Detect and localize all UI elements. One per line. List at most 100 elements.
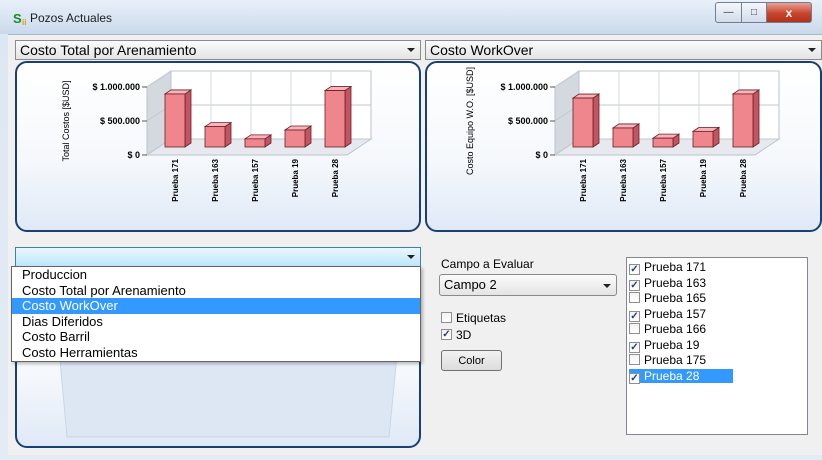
- series-list-item[interactable]: Prueba 175: [629, 353, 706, 367]
- series-checkbox[interactable]: [629, 323, 640, 334]
- series-label: Prueba 165: [644, 291, 707, 305]
- series-checkbox[interactable]: ✓: [629, 279, 640, 291]
- checkmark-icon: ✓: [630, 264, 639, 275]
- maximize-button[interactable]: □: [742, 2, 767, 23]
- series-list-item[interactable]: ✓ Prueba 157: [629, 306, 707, 322]
- close-button[interactable]: x: [767, 2, 812, 23]
- checkmark-icon: ✓: [630, 372, 639, 384]
- bar-front: [692, 130, 714, 148]
- bar-front: [652, 137, 674, 148]
- bar-side: [184, 89, 192, 148]
- chart3-metric-select[interactable]: [15, 247, 421, 267]
- campo-label: Campo a Evaluar: [441, 257, 534, 271]
- x-tick-label: Prueba 171: [171, 158, 180, 201]
- series-list-item[interactable]: Prueba 166: [629, 322, 706, 336]
- y-tick-label: $ 1.000.000: [500, 82, 548, 92]
- checkmark-icon: ✓: [442, 329, 451, 340]
- bar-front: [612, 127, 634, 148]
- chevron-down-icon: [603, 284, 611, 288]
- bar: [731, 89, 761, 148]
- dropdown-option[interactable]: Dias Diferidos: [12, 314, 420, 330]
- chart1-metric-value: Costo Total por Arenamiento: [20, 42, 197, 58]
- bar-front: [572, 97, 594, 148]
- dropdown-option[interactable]: Costo Barril: [12, 329, 420, 345]
- x-tick-label: Prueba 163: [619, 158, 628, 201]
- series-label: Prueba 175: [644, 353, 707, 367]
- chevron-down-icon: [407, 255, 415, 259]
- y-tick-label: $ 0: [535, 150, 548, 160]
- chart2-panel: $ 0 $ 500.000 $ 1.000.000 Costo Equipo W.O.…: [425, 61, 822, 232]
- bar-front: [732, 93, 754, 148]
- y-axis-label: Total Costos [$USD]: [61, 80, 71, 161]
- series-checkbox[interactable]: [629, 354, 640, 365]
- chevron-down-icon: [407, 48, 415, 52]
- checkmark-icon: ✓: [630, 279, 639, 291]
- bar: [691, 126, 721, 148]
- series-label: Prueba 166: [644, 322, 707, 336]
- etiquetas-checkbox[interactable]: [441, 312, 452, 323]
- window-title: Pozos Actuales: [30, 11, 113, 25]
- y-tick-label: $ 500.000: [100, 116, 140, 126]
- maximize-icon: □: [750, 7, 758, 18]
- chart2-metric-value: Costo WorkOver: [430, 42, 534, 58]
- x-tick-label: Prueba 19: [699, 158, 708, 197]
- chevron-down-icon: [808, 48, 816, 52]
- bar: [323, 85, 353, 148]
- series-list-item[interactable]: ✓ Prueba 28: [629, 368, 734, 384]
- y-tick-label: $ 0: [127, 150, 140, 160]
- color-button[interactable]: Color: [441, 350, 502, 371]
- campo-value: Campo 2: [444, 277, 497, 292]
- chart2-metric-select[interactable]: Costo WorkOver: [425, 40, 822, 60]
- series-list-item[interactable]: ✓ Prueba 163: [629, 275, 707, 291]
- checkmark-icon: ✓: [630, 341, 639, 353]
- close-icon: x: [785, 5, 793, 20]
- dropdown-option[interactable]: Costo Herramientas: [12, 345, 420, 361]
- bar: [611, 123, 641, 148]
- series-label: Prueba 28: [644, 368, 700, 383]
- app-icon: Sii: [13, 11, 27, 27]
- bar-side: [752, 89, 760, 148]
- bar-front: [244, 138, 266, 148]
- bar-side: [344, 85, 352, 148]
- series-checkbox[interactable]: ✓: [629, 372, 640, 384]
- view-3d-label: 3D: [456, 328, 472, 342]
- dropdown-option[interactable]: Costo WorkOver: [12, 298, 420, 314]
- chart1-plot: $ 0 $ 500.000 $ 1.000.000 Total Costos [$US…: [61, 70, 373, 202]
- y-tick-label: $ 500.000: [508, 116, 548, 126]
- series-list-item[interactable]: ✓ Prueba 171: [629, 260, 707, 275]
- series-listbox[interactable]: ✓ Prueba 171 ✓ Prueba 163 Prueba 165 ✓ Prueba …: [626, 257, 808, 435]
- series-checkbox[interactable]: ✓: [629, 310, 640, 322]
- dropdown-option[interactable]: Costo Total por Arenamiento: [12, 283, 420, 299]
- chart2-plot: $ 0 $ 500.000 $ 1.000.000 Costo Equipo W.O.…: [465, 67, 781, 202]
- series-checkbox[interactable]: ✓: [629, 264, 640, 275]
- y-tick-label: $ 1.000.000: [92, 82, 140, 92]
- series-label: Prueba 157: [644, 306, 707, 321]
- bar: [163, 89, 193, 148]
- view-3d-checkbox[interactable]: ✓: [441, 329, 452, 340]
- minimize-button[interactable]: —: [715, 2, 742, 23]
- series-list-item[interactable]: ✓ Prueba 19: [629, 337, 700, 353]
- x-tick-label: Prueba 28: [331, 158, 340, 197]
- x-tick-label: Prueba 171: [579, 158, 588, 201]
- x-tick-label: Prueba 19: [291, 158, 300, 197]
- x-tick-label: Prueba 157: [659, 158, 668, 201]
- series-label: Prueba 171: [644, 260, 707, 274]
- bar-side: [592, 93, 600, 148]
- chart1-panel: $ 0 $ 500.000 $ 1.000.000 Total Costos [$US…: [15, 61, 421, 232]
- series-label: Prueba 19: [644, 337, 700, 352]
- minimize-icon: —: [723, 7, 734, 18]
- bar-front: [284, 129, 306, 148]
- campo-select[interactable]: Campo 2: [439, 274, 617, 296]
- y-axis-label: Costo Equipo W.O. [$USD]: [465, 67, 475, 175]
- series-checkbox[interactable]: ✓: [629, 341, 640, 353]
- dropdown-option[interactable]: Produccion: [12, 267, 420, 283]
- bar: [203, 121, 233, 148]
- series-checkbox[interactable]: [629, 292, 640, 303]
- series-label: Prueba 163: [644, 275, 707, 290]
- bar: [243, 134, 273, 148]
- title-bar[interactable]: Sii Pozos Actuales — □ x: [0, 0, 822, 34]
- bar-front: [324, 90, 346, 148]
- series-list-item[interactable]: Prueba 165: [629, 291, 706, 305]
- chart1-metric-select[interactable]: Costo Total por Arenamiento: [15, 40, 421, 60]
- metric-dropdown-list[interactable]: Produccion Costo Total por Arenamiento Cos…: [11, 266, 421, 362]
